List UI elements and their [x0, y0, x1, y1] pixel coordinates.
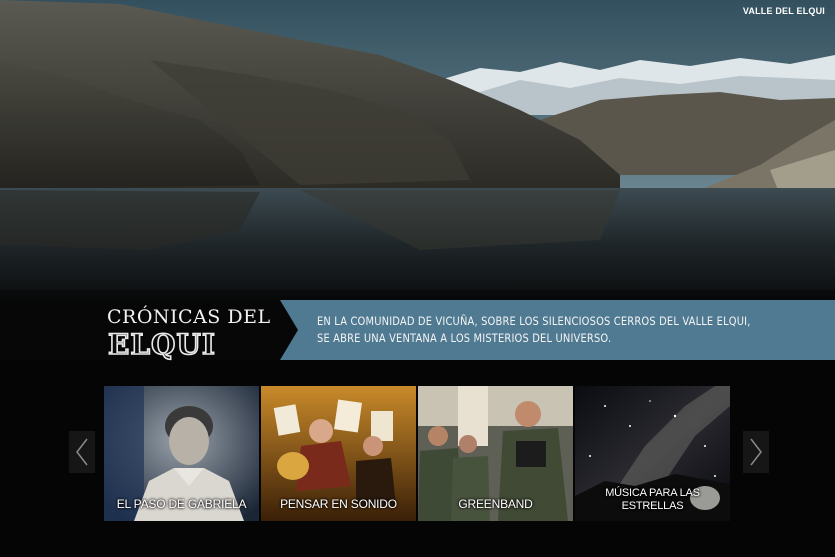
- chevron-left-icon: [76, 438, 88, 466]
- carousel-next-button[interactable]: [743, 431, 769, 473]
- tagline-ribbon: EN LA COMUNIDAD DE VICUÑA, SOBRE LOS SIL…: [280, 300, 835, 360]
- tagline: EN LA COMUNIDAD DE VICUÑA, SOBRE LOS SIL…: [317, 313, 751, 347]
- carousel-card-pensar-en-sonido[interactable]: PENSAR EN SONIDO: [261, 386, 416, 521]
- card-title-line-2: ESTRELLAS: [621, 500, 684, 512]
- logo-line-2: ELQUI: [107, 327, 216, 362]
- card-title: GREENBAND: [458, 497, 533, 511]
- carousel-card-greenband[interactable]: GREENBAND: [418, 386, 573, 521]
- logo-line-1: CRÓNICAS DEL: [107, 306, 271, 328]
- cronicas-logo[interactable]: CRÓNICAS DEL ELQUI: [107, 306, 282, 362]
- tagline-line-2: SE ABRE UNA VENTANA A LOS MISTERIOS DEL …: [317, 331, 612, 345]
- carousel-card-el-paso-de-gabriela[interactable]: EL PASO DE GABRIELA: [104, 386, 259, 521]
- tagline-line-1: EN LA COMUNIDAD DE VICUÑA, SOBRE LOS SIL…: [317, 314, 751, 328]
- card-title: EL PASO DE GABRIELA: [116, 497, 247, 511]
- site-label[interactable]: VALLE DEL ELQUI: [743, 6, 825, 16]
- card-title: MÚSICA PARA LAS ESTRELLAS: [575, 487, 730, 513]
- card-title: PENSAR EN SONIDO: [280, 497, 397, 511]
- card-title-line-1: MÚSICA PARA LAS: [605, 487, 700, 499]
- carousel-prev-button[interactable]: [69, 431, 95, 473]
- carousel-card-musica-para-las-estrellas[interactable]: MÚSICA PARA LAS ESTRELLAS: [575, 386, 730, 521]
- hero-image: [0, 0, 835, 300]
- chevron-right-icon: [750, 438, 762, 466]
